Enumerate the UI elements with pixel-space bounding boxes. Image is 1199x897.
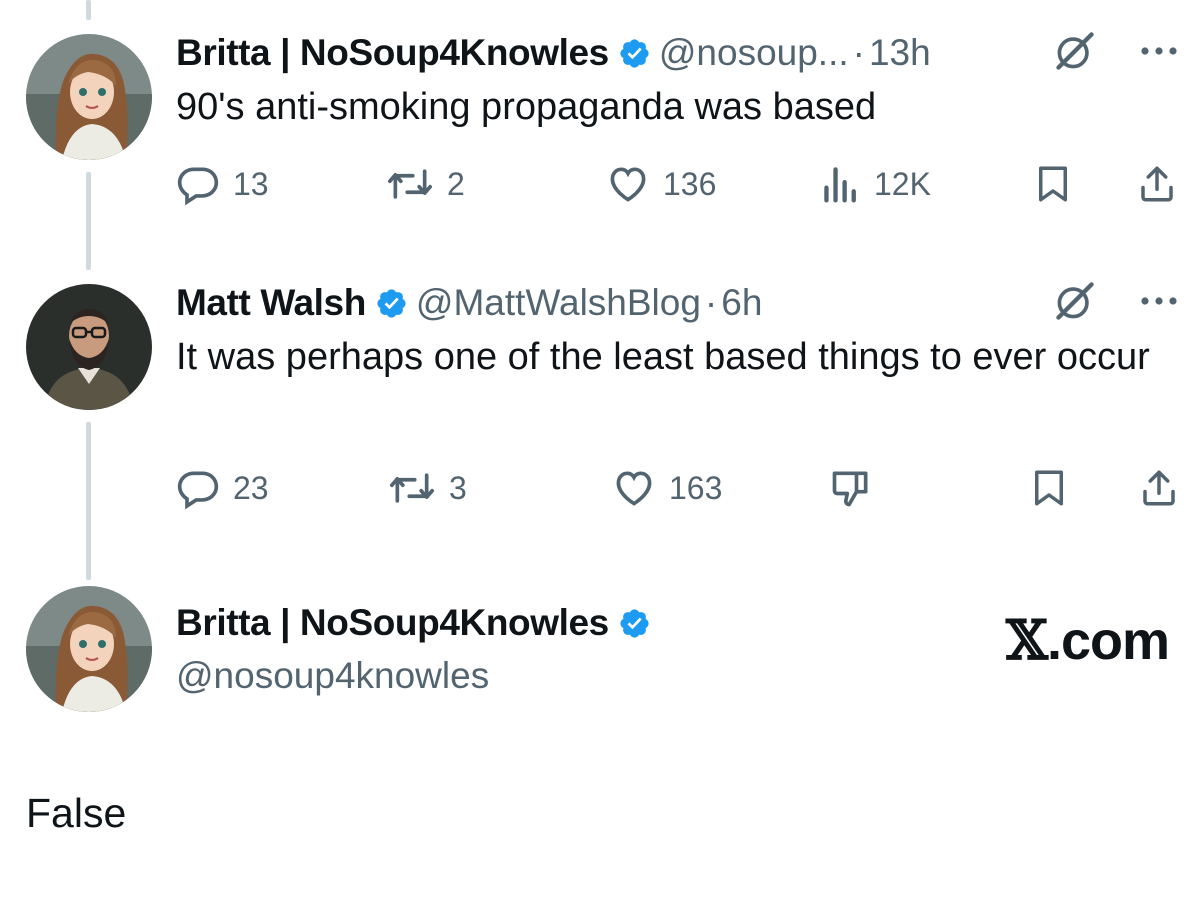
author-name[interactable]: Matt Walsh <box>176 282 366 324</box>
action-bar: 23 3 163 <box>176 466 1179 516</box>
like-icon <box>606 162 650 206</box>
dislike-button[interactable] <box>829 466 873 510</box>
tweet-time[interactable]: 13h <box>869 32 931 74</box>
reply-button[interactable]: 23 <box>176 466 269 510</box>
author-handle[interactable]: @nosoup... <box>659 32 849 74</box>
brand-suffix: .com <box>1046 611 1170 671</box>
grok-icon[interactable] <box>1053 279 1097 328</box>
share-icon <box>1136 162 1178 206</box>
verified-badge-icon <box>375 287 408 320</box>
reply-count: 23 <box>233 469 269 506</box>
like-button[interactable]: 163 <box>612 466 722 510</box>
repost-button[interactable]: 3 <box>388 466 467 510</box>
author-handle[interactable]: @nosoup4knowles <box>176 650 659 702</box>
author-name[interactable]: Britta | NoSoup4Knowles <box>176 602 609 644</box>
like-count: 136 <box>663 165 717 202</box>
separator-dot: · <box>704 282 718 323</box>
reply-icon <box>176 466 220 510</box>
share-icon <box>1138 466 1180 510</box>
thread-line-2 <box>86 422 91 580</box>
avatar-matt-walsh[interactable] <box>26 284 152 410</box>
like-button[interactable]: 136 <box>606 162 716 206</box>
bookmark-icon <box>1028 466 1070 510</box>
verified-badge-icon <box>618 607 651 640</box>
reply-button[interactable]: 13 <box>176 162 269 206</box>
tweet-2[interactable]: Matt Walsh @MattWalshBlog · 6h It was pe… <box>176 276 1179 510</box>
dislike-icon <box>829 466 873 510</box>
repost-icon <box>388 466 436 510</box>
tweet-1[interactable]: Britta | NoSoup4Knowles @nosoup... · 13h… <box>176 26 1179 206</box>
repost-count: 2 <box>447 165 465 202</box>
grok-icon[interactable] <box>1053 29 1097 78</box>
avatar-britta[interactable] <box>26 34 152 160</box>
like-count: 163 <box>669 469 723 506</box>
thread-line-top <box>86 0 91 20</box>
separator-dot: · <box>852 32 865 73</box>
repost-count: 3 <box>449 469 467 506</box>
share-button[interactable] <box>1138 466 1180 510</box>
share-button[interactable] <box>1136 162 1178 206</box>
more-icon[interactable] <box>1139 44 1179 62</box>
verified-badge-icon <box>618 37 651 70</box>
bookmark-button[interactable] <box>1032 162 1074 206</box>
tweet-text: 90's anti-smoking propaganda was based <box>176 86 877 128</box>
repost-icon <box>386 162 434 206</box>
tweet-time[interactable]: 6h <box>721 282 762 324</box>
views-icon <box>821 162 861 206</box>
avatar-britta[interactable] <box>26 586 152 712</box>
action-bar: 13 2 136 12K <box>176 162 1179 212</box>
author-handle[interactable]: @MattWalshBlog <box>416 282 701 324</box>
tweet-text: It was perhaps one of the least based th… <box>176 336 1150 378</box>
author-name[interactable]: Britta | NoSoup4Knowles <box>176 32 609 74</box>
reply-count: 13 <box>233 165 269 202</box>
like-icon <box>612 466 656 510</box>
x-com-logo: 𝕏.com <box>1006 608 1170 672</box>
repost-button[interactable]: 2 <box>386 162 465 206</box>
bookmark-icon <box>1032 162 1074 206</box>
bookmark-button[interactable] <box>1028 466 1070 510</box>
views-count: 12K <box>874 165 931 202</box>
x-logo-icon: 𝕏 <box>1006 608 1048 672</box>
reply-author[interactable]: Britta | NoSoup4Knowles @nosoup4knowles <box>176 596 659 702</box>
more-icon[interactable] <box>1139 294 1179 312</box>
views-button[interactable]: 12K <box>821 162 931 206</box>
reply-icon <box>176 162 220 206</box>
reply-text: False <box>26 790 127 836</box>
thread-line-1 <box>86 172 91 270</box>
